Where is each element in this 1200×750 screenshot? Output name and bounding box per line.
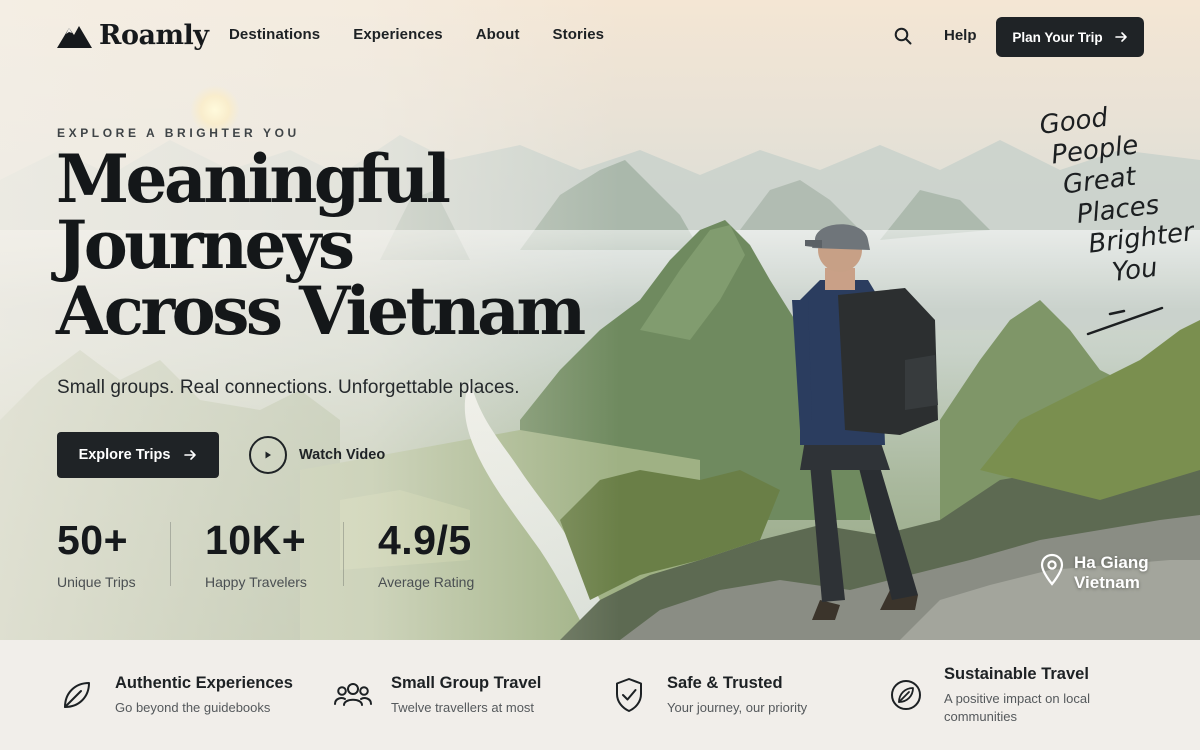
headline-line-3: Across Vietnam — [56, 272, 586, 350]
location-line-2: Vietnam — [1074, 573, 1140, 592]
location-tag: Ha Giang Vietnam — [1040, 553, 1149, 593]
nav-links: Destinations Experiences About Stories — [229, 26, 604, 43]
hero-section: Roamly Destinations Experiences About St… — [0, 0, 1200, 640]
handwritten-underline — [1086, 306, 1164, 336]
feature-desc: A positive impact on local communities — [944, 690, 1090, 724]
feature-sustainable-travel: Sustainable Travel A positive impact on … — [886, 640, 1124, 750]
help-link[interactable]: Help — [944, 27, 977, 44]
explore-trips-label: Explore Trips — [78, 447, 171, 463]
stat-value: 50+ — [57, 517, 129, 563]
explore-trips-button[interactable]: Explore Trips — [57, 432, 219, 478]
feature-title: Authentic Experiences — [115, 673, 293, 692]
stat-unique-trips: 50+ Unique Trips — [57, 518, 136, 590]
stat-divider — [343, 522, 344, 586]
feature-title: Safe & Trusted — [667, 673, 783, 692]
brand-name: Roamly — [99, 20, 209, 51]
stat-happy-travelers: 10K+ Happy Travelers — [205, 518, 307, 590]
feature-small-group-travel: Small Group Travel Twelve travellers at … — [333, 640, 541, 750]
features-strip: Authentic Experiences Go beyond the guid… — [0, 640, 1200, 750]
feature-title: Sustainable Travel — [944, 664, 1089, 683]
group-icon — [334, 683, 372, 706]
stat-value: 10K+ — [205, 517, 307, 563]
stat-label: Unique Trips — [57, 574, 136, 590]
feature-desc: Twelve travellers at most — [391, 699, 535, 715]
feature-desc: Your journey, our priority — [667, 699, 808, 715]
stat-average-rating: 4.9/5 Average Rating — [378, 518, 474, 590]
stat-divider — [170, 522, 171, 586]
location-line-1: Ha Giang — [1074, 553, 1149, 572]
watch-video-label: Watch Video — [299, 447, 386, 463]
mountain-logo-icon — [57, 25, 92, 48]
arrow-right-icon — [1114, 32, 1127, 42]
search-icon[interactable] — [893, 26, 913, 46]
stat-label: Average Rating — [378, 574, 475, 590]
nav-link-experiences[interactable]: Experiences — [353, 26, 443, 43]
top-nav: Roamly Destinations Experiences About St… — [0, 0, 1200, 72]
stat-value: 4.9/5 — [378, 517, 472, 563]
feature-authentic-experiences: Authentic Experiences Go beyond the guid… — [57, 640, 293, 750]
play-icon — [249, 436, 287, 474]
feature-title: Small Group Travel — [391, 673, 542, 692]
arrow-right-icon — [184, 450, 197, 460]
hero-subhead: Small groups. Real connections. Unforget… — [57, 377, 520, 398]
leaf-icon — [64, 682, 90, 708]
feature-desc: Go beyond the guidebooks — [115, 699, 271, 715]
watch-video-button[interactable]: Watch Video — [249, 436, 385, 474]
hero-headline: Meaningful Journeys Across Vietnam — [56, 140, 586, 350]
plan-your-trip-label: Plan Your Trip — [1012, 29, 1103, 45]
stat-label: Happy Travelers — [205, 574, 307, 590]
nav-link-destinations[interactable]: Destinations — [229, 26, 320, 43]
map-pin-icon — [1040, 553, 1064, 586]
shield-check-icon — [616, 678, 642, 712]
leaf-circle-icon — [891, 680, 921, 710]
nav-link-about[interactable]: About — [476, 26, 520, 43]
nav-link-stories[interactable]: Stories — [553, 26, 605, 43]
feature-safe-trusted: Safe & Trusted Your journey, our priorit… — [609, 640, 807, 750]
plan-your-trip-button[interactable]: Plan Your Trip — [996, 17, 1144, 57]
headline-line-2: Journeys — [56, 206, 355, 284]
hero-eyebrow: EXPLORE A BRIGHTER YOU — [57, 126, 300, 140]
headline-line-1: Meaningful — [56, 140, 451, 218]
handwritten-tagline: Good People Great Places Brighter You — [1030, 94, 1200, 297]
location-label: Ha Giang Vietnam — [1074, 553, 1149, 593]
logo[interactable]: Roamly — [57, 20, 209, 51]
